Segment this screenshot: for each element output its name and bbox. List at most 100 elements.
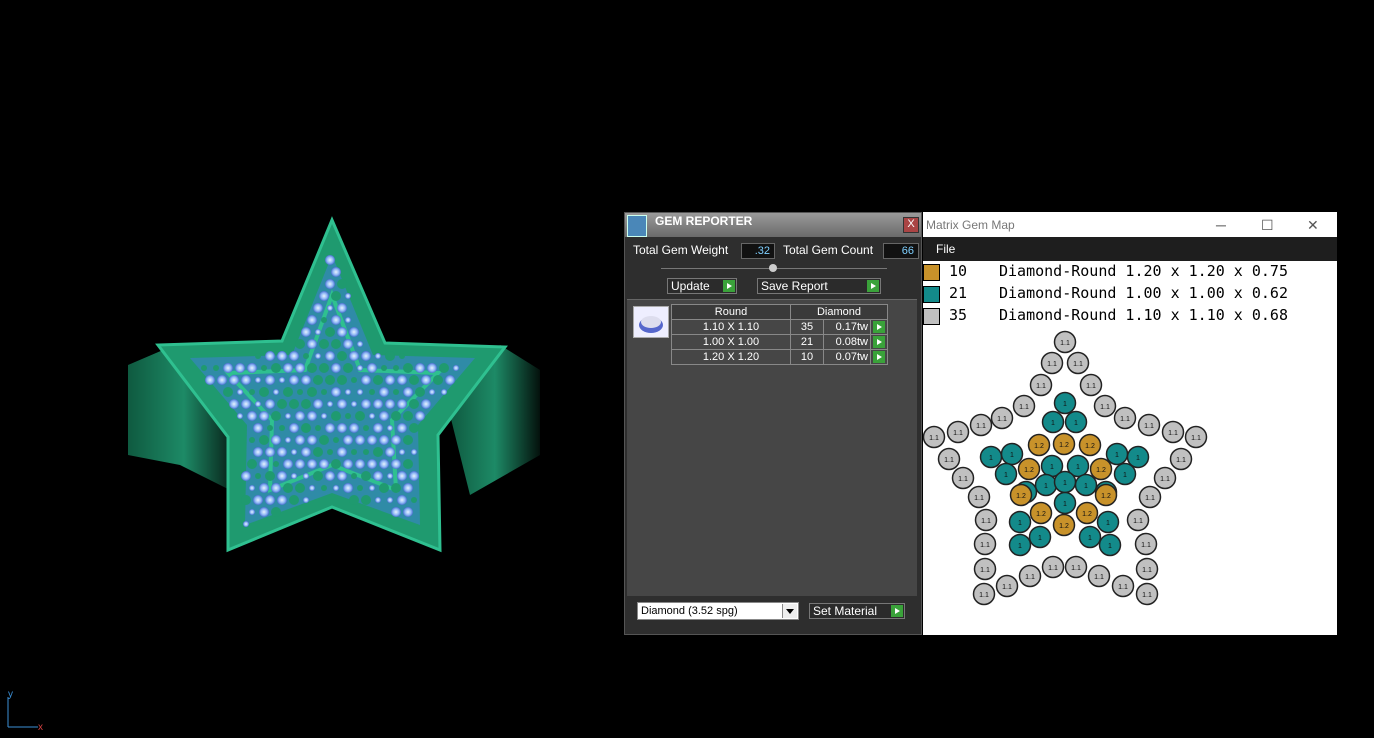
save-report-button[interactable]: Save Report xyxy=(757,278,881,294)
ring-gem xyxy=(373,423,383,433)
chevron-down-icon[interactable] xyxy=(782,604,797,618)
menu-file[interactable]: File xyxy=(936,242,955,256)
close-button[interactable]: X xyxy=(903,217,919,233)
table-row[interactable]: 1.20 X 1.20 10 0.07tw xyxy=(671,349,888,365)
row-go-button[interactable] xyxy=(870,349,888,365)
gem-map-stone-label: 1 xyxy=(1106,520,1110,527)
ring-gem xyxy=(391,435,401,445)
gem-map-stone-label: 1.1 xyxy=(1160,476,1170,483)
gem-map-stone-label: 1.1 xyxy=(929,435,939,442)
ring-gem xyxy=(439,363,449,373)
ring-gem xyxy=(379,483,389,493)
table-row[interactable]: 1.10 X 1.10 35 0.17tw xyxy=(671,319,888,335)
ring-gem xyxy=(265,471,275,481)
ring-gem xyxy=(253,447,263,457)
ring-gem xyxy=(301,327,311,337)
ring-gem xyxy=(253,495,263,505)
maximize-icon[interactable]: ☐ xyxy=(1261,217,1274,234)
gem-map-stone-label: 1 xyxy=(1063,501,1067,508)
ring-gem xyxy=(301,447,311,457)
ring-gem xyxy=(295,339,305,349)
ring-gem xyxy=(253,423,263,433)
ring-gem xyxy=(201,365,207,371)
gem-map-stone-label: 1 xyxy=(1063,401,1067,408)
ring-gem xyxy=(265,399,275,409)
ring-gem xyxy=(267,425,273,431)
gem-map-stone-label: 1.1 xyxy=(979,592,989,599)
gem-map-stone-label: 1.1 xyxy=(1048,565,1058,572)
ring-gem xyxy=(403,363,413,373)
slider-handle[interactable] xyxy=(769,264,777,272)
ring-gem xyxy=(279,425,285,431)
ring-gem xyxy=(315,425,321,431)
table-row[interactable]: 1.00 X 1.00 21 0.08tw xyxy=(671,334,888,350)
ring-gem xyxy=(357,365,363,371)
ring-gem xyxy=(277,399,287,409)
gem-report-panel: Round Diamond 1.10 X 1.10 35 0.17tw 1.00… xyxy=(627,299,917,596)
gem-reporter-title: GEM REPORTER xyxy=(655,214,753,228)
ring-gem xyxy=(325,279,335,289)
ring-gem xyxy=(259,435,269,445)
ring-gem xyxy=(241,471,251,481)
row-go-button[interactable] xyxy=(870,334,888,350)
ring-gem xyxy=(271,507,281,517)
ring-gem xyxy=(355,411,365,421)
ring-gem xyxy=(391,411,401,421)
close-icon[interactable]: ✕ xyxy=(1307,217,1319,234)
ring-gem xyxy=(223,387,233,397)
gem-map-titlebar[interactable]: Matrix Gem Map ─ ☐ ✕ xyxy=(923,212,1337,237)
ring-gem xyxy=(259,483,269,493)
gem-weight-cell: 0.17tw xyxy=(823,319,871,335)
gem-map-stone-label: 1.1 xyxy=(1133,518,1143,525)
ring-gem xyxy=(355,435,365,445)
gem-map-stone-label: 1 xyxy=(1018,543,1022,550)
ring-gem xyxy=(289,495,299,505)
update-button[interactable]: Update xyxy=(667,278,737,294)
ring-gem xyxy=(325,471,335,481)
ring-gem xyxy=(247,459,257,469)
gem-map-stone-label: 1.1 xyxy=(1120,416,1130,423)
gem-map-stone-label: 1.1 xyxy=(1100,404,1110,411)
ring-gem xyxy=(261,365,267,371)
size-slider[interactable] xyxy=(661,264,887,272)
ring-gem xyxy=(403,459,413,469)
gem-map-stone-label: 1.2 xyxy=(1059,442,1069,449)
gem-map-stone-label: 1.1 xyxy=(1145,495,1155,502)
gem-reporter-titlebar[interactable]: GEM REPORTER X xyxy=(625,213,921,237)
ring-gem xyxy=(301,423,311,433)
ring-gem xyxy=(325,375,335,385)
gem-map-stone-label: 1.1 xyxy=(1176,457,1186,464)
minimize-icon[interactable]: ─ xyxy=(1216,217,1226,233)
ring-gem xyxy=(349,351,359,361)
ring-gem xyxy=(277,447,287,457)
ring-gem xyxy=(343,459,353,469)
set-material-button[interactable]: Set Material xyxy=(809,603,905,619)
ring-gem xyxy=(385,351,395,361)
ring-gem xyxy=(345,413,351,419)
ring-gem xyxy=(367,459,377,469)
legend-swatch xyxy=(923,286,940,303)
ring-gem xyxy=(331,387,341,397)
row-go-button[interactable] xyxy=(870,319,888,335)
ring-gem xyxy=(409,471,419,481)
gem-size-cell: 1.10 X 1.10 xyxy=(671,319,791,335)
ring-gem xyxy=(307,459,317,469)
ring-gem xyxy=(331,267,341,277)
gem-map-stone-label: 1.1 xyxy=(981,518,991,525)
ring-gem xyxy=(421,399,431,409)
gem-map-stone-label: 1 xyxy=(1088,535,1092,542)
material-select[interactable]: Diamond (3.52 spg) xyxy=(637,602,799,620)
ring-gem xyxy=(321,389,327,395)
ring-gem xyxy=(315,353,321,359)
ring-gem xyxy=(283,387,293,397)
ring-gem xyxy=(403,435,413,445)
gem-table: Round Diamond 1.10 X 1.10 35 0.17tw 1.00… xyxy=(671,304,888,365)
gem-map-stone-label: 1.2 xyxy=(1034,443,1044,450)
gem-map-stone-label: 1.1 xyxy=(980,567,990,574)
ring-gem xyxy=(349,423,359,433)
gem-map-stone-label: 1.1 xyxy=(980,542,990,549)
gem-map-stone-label: 1.1 xyxy=(1094,574,1104,581)
ring-gem xyxy=(403,387,413,397)
ring-gem xyxy=(403,411,413,421)
legend-count: 10 xyxy=(949,262,968,280)
